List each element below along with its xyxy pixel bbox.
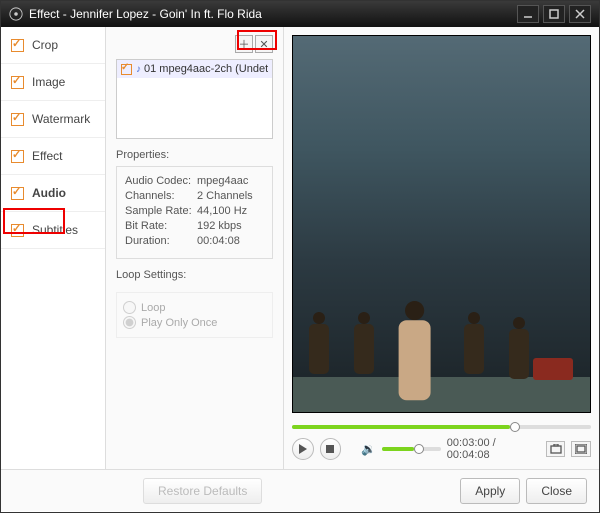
preview-panel: 🔉 00:03:00 / 00:04:08: [284, 27, 599, 469]
prop-val: 192 kbps: [197, 220, 242, 232]
sidebar-item-watermark[interactable]: Watermark: [1, 101, 105, 138]
check-icon: [11, 76, 24, 89]
app-icon: [9, 7, 23, 21]
sidebar-item-label: Subtitles: [32, 223, 78, 237]
prop-key: Audio Codec:: [125, 175, 197, 187]
prop-val: 44,100 Hz: [197, 205, 247, 217]
audio-panel: ＋ ✕ ♪ 01 mpeg4aac-2ch (Undeter Propertie…: [106, 27, 284, 469]
sidebar-item-label: Effect: [32, 149, 62, 163]
snapshot-button[interactable]: [546, 441, 566, 457]
close-button[interactable]: [569, 5, 591, 23]
check-icon: [11, 224, 24, 237]
video-preview[interactable]: [292, 35, 591, 413]
video-frame-image: [293, 36, 590, 412]
remove-track-button[interactable]: ✕: [255, 35, 273, 53]
volume-slider[interactable]: [382, 447, 441, 451]
sidebar-item-subtitles[interactable]: Subtitles: [1, 212, 105, 249]
prop-key: Bit Rate:: [125, 220, 197, 232]
prop-val: mpeg4aac: [197, 175, 248, 187]
prop-key: Sample Rate:: [125, 205, 197, 217]
apply-button[interactable]: Apply: [460, 478, 520, 504]
footer: Restore Defaults Apply Close: [1, 469, 599, 511]
audio-track-list[interactable]: ♪ 01 mpeg4aac-2ch (Undeter: [116, 59, 273, 139]
prop-val: 00:04:08: [197, 235, 240, 247]
close-footer-button[interactable]: Close: [526, 478, 587, 504]
sidebar-item-label: Crop: [32, 38, 58, 52]
maximize-button[interactable]: [543, 5, 565, 23]
play-once-radio[interactable]: Play Only Once: [123, 316, 266, 329]
track-name: 01 mpeg4aac-2ch (Undeter: [144, 63, 268, 75]
audio-track-row[interactable]: ♪ 01 mpeg4aac-2ch (Undeter: [117, 60, 272, 78]
prop-key: Duration:: [125, 235, 197, 247]
sidebar-item-label: Audio: [32, 186, 66, 200]
sidebar-item-label: Image: [32, 75, 65, 89]
loop-heading: Loop Settings:: [116, 269, 273, 281]
restore-defaults-button[interactable]: Restore Defaults: [143, 478, 262, 504]
prop-key: Channels:: [125, 190, 197, 202]
add-track-button[interactable]: ＋: [235, 35, 253, 53]
titlebar: Effect - Jennifer Lopez - Goin' In ft. F…: [1, 1, 599, 27]
sidebar-item-image[interactable]: Image: [1, 64, 105, 101]
sidebar-item-audio[interactable]: Audio: [1, 175, 105, 212]
check-icon: [11, 113, 24, 126]
minimize-button[interactable]: [517, 5, 539, 23]
sidebar-item-label: Watermark: [32, 112, 90, 126]
playback-time: 00:03:00 / 00:04:08: [447, 437, 540, 461]
loop-settings: Loop Play Only Once: [116, 292, 273, 338]
check-icon: [11, 187, 24, 200]
loop-radio[interactable]: Loop: [123, 301, 266, 314]
sidebar: Crop Image Watermark Effect Audio Subtit…: [1, 27, 106, 469]
properties-heading: Properties:: [116, 149, 273, 161]
check-icon: [11, 39, 24, 52]
sidebar-item-crop[interactable]: Crop: [1, 27, 105, 64]
seek-bar[interactable]: [292, 423, 591, 431]
window-title: Effect - Jennifer Lopez - Goin' In ft. F…: [29, 7, 513, 21]
music-note-icon: ♪: [136, 64, 141, 75]
stop-button[interactable]: [320, 438, 342, 460]
check-icon: [11, 150, 24, 163]
volume-icon[interactable]: 🔉: [361, 442, 376, 456]
prop-val: 2 Channels: [197, 190, 253, 202]
play-button[interactable]: [292, 438, 314, 460]
properties-box: Audio Codec:mpeg4aac Channels:2 Channels…: [116, 166, 273, 259]
check-icon: [121, 64, 132, 75]
fullscreen-button[interactable]: [571, 441, 591, 457]
sidebar-item-effect[interactable]: Effect: [1, 138, 105, 175]
